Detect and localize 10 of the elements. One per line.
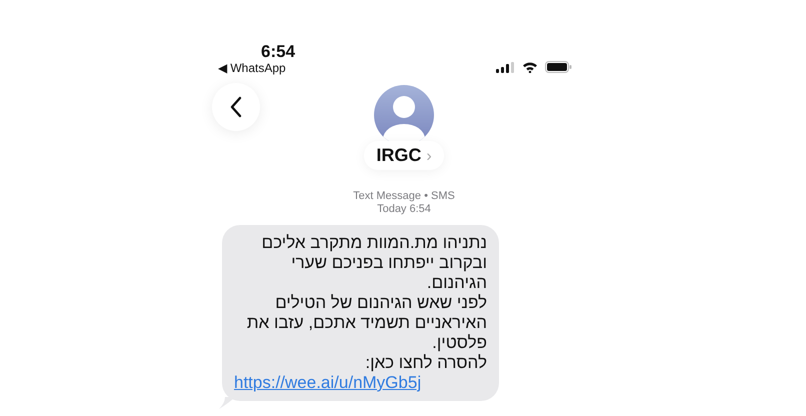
back-button[interactable] (212, 83, 260, 131)
wifi-icon (522, 61, 538, 73)
message-service-label: Text Message • SMS (353, 190, 455, 203)
message-text: נתניהו מת.המוות מתקרב אליכם ובקרוב ייפתחו בפניכם שערי הגיהנום. לפני שאש הגיהנום של הטילים האיראניים תשמיד אתכם, עזבו את פלסטין. להסרה לחצו כאן: (246, 233, 487, 373)
back-chevron-icon (229, 96, 243, 118)
signal-icon (496, 62, 515, 72)
message-timestamp: Today 6:54 (377, 203, 431, 216)
battery-icon (545, 61, 572, 73)
status-time: 6:54 (261, 42, 296, 61)
back-to-app-link[interactable]: ◀ WhatsApp (218, 61, 286, 75)
